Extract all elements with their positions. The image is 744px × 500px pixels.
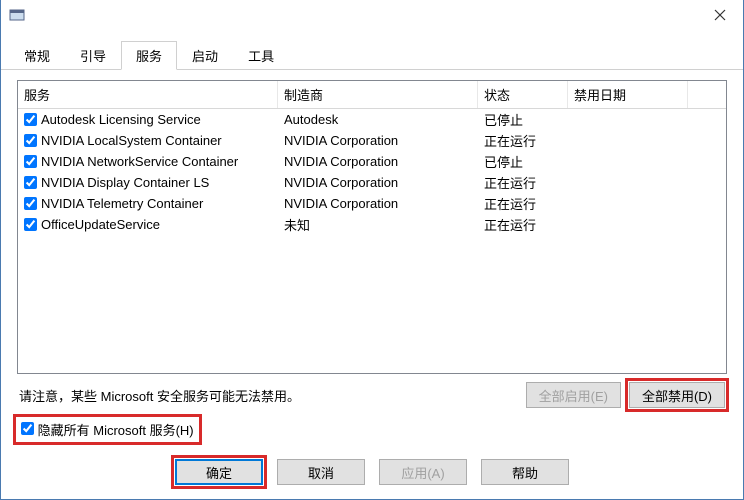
tab-strip: 常规 引导 服务 启动 工具 bbox=[1, 38, 743, 70]
status-cell: 已停止 bbox=[478, 151, 568, 172]
manufacturer-cell: NVIDIA Corporation bbox=[278, 132, 478, 149]
manufacturer-cell: NVIDIA Corporation bbox=[278, 174, 478, 191]
manufacturer-cell: 未知 bbox=[278, 214, 478, 235]
col-header-manufacturer[interactable]: 制造商 bbox=[278, 81, 478, 108]
hide-ms-label: 隐藏所有 Microsoft 服务(H) bbox=[38, 423, 194, 438]
apply-button[interactable]: 应用(A) bbox=[379, 459, 467, 485]
table-row[interactable]: NVIDIA Display Container LS NVIDIA Corpor… bbox=[18, 172, 726, 193]
tab-content: 服务 制造商 状态 禁用日期 Autodesk Licensing Servic… bbox=[1, 70, 743, 449]
note-text: 请注意，某些 Microsoft 安全服务可能无法禁用。 bbox=[19, 386, 300, 405]
disabled-date-cell bbox=[568, 203, 688, 205]
msconfig-window: 常规 引导 服务 启动 工具 服务 制造商 状态 禁用日期 Autodesk L… bbox=[0, 0, 744, 500]
disabled-date-cell bbox=[568, 224, 688, 226]
disabled-date-cell bbox=[568, 182, 688, 184]
service-checkbox[interactable] bbox=[24, 155, 37, 168]
status-cell: 已停止 bbox=[478, 109, 568, 130]
tab-startup[interactable]: 启动 bbox=[177, 41, 233, 70]
close-icon bbox=[714, 9, 726, 21]
service-name: NVIDIA LocalSystem Container bbox=[41, 133, 222, 148]
service-name: NVIDIA Display Container LS bbox=[41, 175, 209, 190]
app-icon bbox=[9, 7, 25, 23]
status-cell: 正在运行 bbox=[478, 130, 568, 151]
hide-ms-row: 隐藏所有 Microsoft 服务(H) bbox=[17, 418, 198, 441]
cancel-button[interactable]: 取消 bbox=[277, 459, 365, 485]
status-cell: 正在运行 bbox=[478, 172, 568, 193]
disabled-date-cell bbox=[568, 161, 688, 163]
tab-services[interactable]: 服务 bbox=[121, 41, 177, 70]
help-button[interactable]: 帮助 bbox=[481, 459, 569, 485]
highlight-disable-all: 全部禁用(D) bbox=[629, 382, 725, 408]
enable-disable-group: 全部启用(E) 全部禁用(D) bbox=[526, 382, 725, 408]
table-row[interactable]: NVIDIA NetworkService Container NVIDIA Co… bbox=[18, 151, 726, 172]
disabled-date-cell bbox=[568, 140, 688, 142]
hide-ms-checkbox[interactable] bbox=[21, 422, 34, 435]
status-cell: 正在运行 bbox=[478, 193, 568, 214]
service-name: OfficeUpdateService bbox=[41, 217, 160, 232]
service-name: Autodesk Licensing Service bbox=[41, 112, 201, 127]
dialog-footer: 确定 取消 应用(A) 帮助 bbox=[1, 449, 743, 499]
service-checkbox[interactable] bbox=[24, 113, 37, 126]
tab-general[interactable]: 常规 bbox=[9, 41, 65, 70]
service-checkbox[interactable] bbox=[24, 197, 37, 210]
highlight-ok: 确定 bbox=[175, 459, 263, 485]
status-cell: 正在运行 bbox=[478, 214, 568, 235]
table-row[interactable]: NVIDIA Telemetry Container NVIDIA Corpora… bbox=[18, 193, 726, 214]
disable-all-button[interactable]: 全部禁用(D) bbox=[629, 382, 725, 408]
highlight-hide-ms: 隐藏所有 Microsoft 服务(H) bbox=[17, 408, 727, 441]
disabled-date-cell bbox=[568, 119, 688, 121]
enable-all-button[interactable]: 全部启用(E) bbox=[526, 382, 621, 408]
service-name: NVIDIA NetworkService Container bbox=[41, 154, 238, 169]
close-button[interactable] bbox=[697, 0, 743, 30]
ok-button[interactable]: 确定 bbox=[175, 459, 263, 485]
services-listview: 服务 制造商 状态 禁用日期 Autodesk Licensing Servic… bbox=[17, 80, 727, 374]
service-checkbox[interactable] bbox=[24, 218, 37, 231]
note-row: 请注意，某些 Microsoft 安全服务可能无法禁用。 全部启用(E) 全部禁… bbox=[17, 382, 727, 408]
manufacturer-cell: Autodesk bbox=[278, 111, 478, 128]
manufacturer-cell: NVIDIA Corporation bbox=[278, 153, 478, 170]
table-row[interactable]: Autodesk Licensing Service Autodesk已停止 bbox=[18, 109, 726, 130]
service-name: NVIDIA Telemetry Container bbox=[41, 196, 203, 211]
service-checkbox[interactable] bbox=[24, 134, 37, 147]
listview-body[interactable]: Autodesk Licensing ServiceAutodesk已停止NVI… bbox=[18, 109, 726, 373]
tab-tools[interactable]: 工具 bbox=[233, 41, 289, 70]
col-header-service[interactable]: 服务 bbox=[18, 81, 278, 108]
titlebar bbox=[1, 0, 743, 30]
table-row[interactable]: OfficeUpdateService 未知正在运行 bbox=[18, 214, 726, 235]
col-header-disabled-date[interactable]: 禁用日期 bbox=[568, 81, 688, 108]
service-checkbox[interactable] bbox=[24, 176, 37, 189]
col-header-status[interactable]: 状态 bbox=[478, 81, 568, 108]
tab-boot[interactable]: 引导 bbox=[65, 41, 121, 70]
table-row[interactable]: NVIDIA LocalSystem Container NVIDIA Corpo… bbox=[18, 130, 726, 151]
manufacturer-cell: NVIDIA Corporation bbox=[278, 195, 478, 212]
listview-header: 服务 制造商 状态 禁用日期 bbox=[18, 81, 726, 109]
